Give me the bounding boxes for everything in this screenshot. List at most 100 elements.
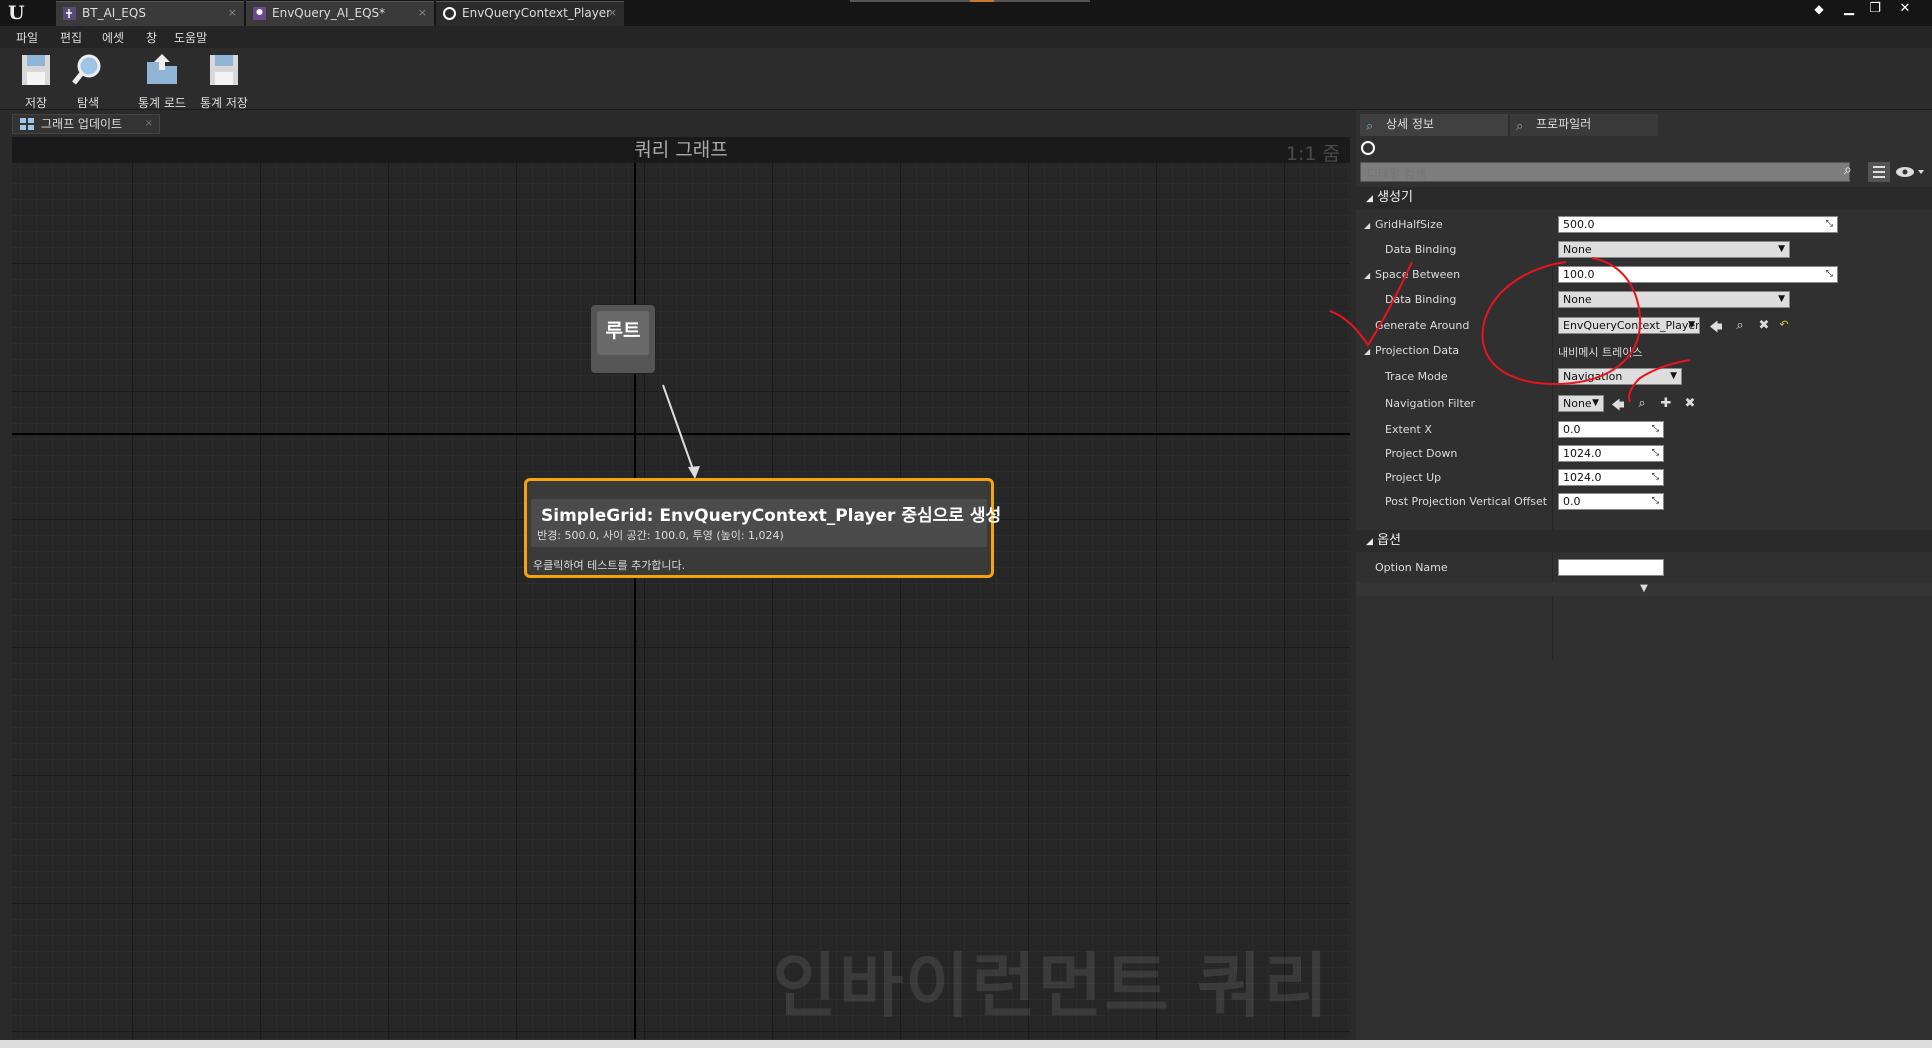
prop-label: Extent X [1385, 423, 1432, 436]
tab-profiler[interactable]: ⌕ 프로파일러 [1510, 114, 1658, 136]
browse-icon[interactable]: ⌕ [1634, 396, 1650, 412]
prop-label: Post Projection Vertical Offset [1385, 495, 1548, 508]
spin-icon: ⤡ [1825, 219, 1833, 229]
save-stats-button[interactable]: 통계 저장 [194, 52, 254, 110]
generator-node-hint: 우클릭하여 테스트를 추가합니다. [533, 559, 686, 572]
search-icon[interactable]: ⌕ [1844, 162, 1864, 182]
tab-profiler-label: 프로파일러 [1536, 117, 1592, 131]
prop-row-extent-x: Extent X 0.0 ⤡ [1356, 419, 1932, 443]
post-projection-offset-input[interactable]: 0.0 ⤡ [1558, 493, 1664, 510]
menu-file[interactable]: 파일 [16, 29, 38, 46]
circle-icon [443, 7, 456, 20]
project-down-input[interactable]: 1024.0 ⤡ [1558, 445, 1664, 462]
reset-to-default-icon[interactable]: ↶ [1776, 318, 1792, 334]
tab-envquerycontext-player[interactable]: EnvQueryContext_Player × [436, 1, 624, 26]
chevron-down-icon: ▼ [1670, 371, 1677, 381]
expand-arrow-icon[interactable]: ◢ [1364, 268, 1370, 281]
prop-label: Project Down [1385, 447, 1458, 460]
restore-button[interactable]: ❐ [1864, 1, 1886, 19]
title-accent-orange [970, 0, 994, 2]
expand-arrow-icon[interactable]: ◢ [1364, 218, 1370, 231]
details-panel: ⌕ 상세 정보 ⌕ 프로파일러 ⌕ ◢ 생성기 ◢ GridHalfSize 5… [1356, 110, 1932, 1048]
arrow-left-icon[interactable]: 🡄 [1610, 396, 1626, 413]
chevron-down-icon: ▼ [1592, 398, 1599, 408]
project-up-input[interactable]: 1024.0 ⤡ [1558, 469, 1664, 486]
generator-category-header[interactable]: ◢ 생성기 [1356, 187, 1932, 209]
visibility-eye-icon[interactable] [1894, 164, 1924, 180]
prop-row-navigation-filter: Navigation Filter None ▼ 🡄 ⌕ ✚ ✖ [1356, 393, 1932, 417]
projection-data-value: 내비메시 트레이스 [1558, 346, 1643, 359]
search-icon: ⌕ [1516, 119, 1524, 134]
prop-label: Option Name [1375, 561, 1448, 574]
generate-around-dropdown[interactable]: EnvQueryContext_Player ▼ [1558, 317, 1700, 334]
menu-asset[interactable]: 에셋 [102, 29, 124, 46]
expand-arrow-icon: ◢ [1366, 537, 1373, 547]
graph-tab-label: 그래프 업데이트 [41, 117, 123, 131]
prop-label: Navigation Filter [1385, 397, 1476, 410]
generator-node-title: SimpleGrid: EnvQueryContext_Player 중심으로 … [541, 506, 1002, 526]
close-icon[interactable]: × [608, 2, 617, 24]
expand-arrow-icon[interactable]: ◢ [1364, 344, 1370, 357]
spin-icon: ⤡ [1651, 472, 1659, 482]
load-stats-label: 통계 로드 [138, 96, 186, 110]
grid-data-binding-dropdown[interactable]: None ▼ [1558, 241, 1790, 258]
close-window-button[interactable]: ✕ [1894, 1, 1916, 19]
tab-label: EnvQuery_AI_EQS* [272, 6, 386, 20]
browse-button[interactable]: 탐색 [58, 52, 118, 110]
menu-window[interactable]: 창 [146, 29, 157, 46]
view-options-icon[interactable] [1868, 162, 1890, 182]
prop-row-projection-data: ◢ Projection Data 내비메시 트레이스 [1356, 340, 1932, 364]
close-icon[interactable]: × [145, 115, 153, 133]
unreal-logo-icon: U [8, 2, 25, 24]
tab-label: EnvQueryContext_Player [462, 6, 612, 20]
menu-edit[interactable]: 편집 [60, 29, 82, 46]
close-icon[interactable]: × [228, 2, 237, 24]
add-icon[interactable]: ✚ [1658, 396, 1674, 412]
extent-x-input[interactable]: 0.0 ⤡ [1558, 421, 1664, 438]
tab-details-label: 상세 정보 [1386, 117, 1434, 131]
root-node[interactable]: 루트 [591, 305, 655, 373]
menu-help[interactable]: 도움말 [174, 29, 207, 46]
load-stats-button[interactable]: 통계 로드 [132, 52, 192, 110]
save-button[interactable]: 저장 [6, 52, 66, 110]
tab-bt-ai-eqs[interactable]: BT_AI_EQS × [56, 1, 244, 26]
close-icon[interactable]: × [418, 2, 427, 24]
options-category-header[interactable]: ◢ 옵션 [1356, 530, 1932, 552]
tab-label: BT_AI_EQS [82, 6, 146, 20]
advanced-expander[interactable]: ▼ [1356, 582, 1932, 596]
spin-icon: ⤡ [1825, 269, 1833, 279]
post-projection-offset-value: 0.0 [1563, 495, 1581, 508]
trace-mode-dropdown[interactable]: Navigation ▼ [1558, 368, 1682, 385]
space-between-input[interactable]: 100.0 ⤡ [1558, 266, 1838, 283]
simple-grid-generator-node[interactable]: SimpleGrid: EnvQueryContext_Player 중심으로 … [524, 478, 1001, 578]
tab-envquery-ai-eqs[interactable]: EnvQuery_AI_EQS* × [246, 1, 434, 26]
query-graph-canvas[interactable]: 쿼리 그래프 1:1 줌 루트 SimpleGrid: EnvQueryCont… [12, 137, 1350, 1039]
details-search-input[interactable] [1361, 165, 1849, 183]
folder-load-icon [147, 54, 177, 84]
menu-bar: 파일 편집 에셋 창 도움말 [0, 26, 1932, 48]
notification-icon[interactable]: ◆ [1808, 1, 1830, 19]
prop-label: Space Between [1375, 268, 1461, 281]
generator-category-label: 생성기 [1377, 190, 1413, 205]
navigation-filter-dropdown[interactable]: None ▼ [1558, 395, 1604, 412]
grid-half-size-input[interactable]: 500.0 ⤡ [1558, 216, 1838, 233]
clear-icon[interactable]: ✖ [1682, 396, 1698, 412]
browse-icon[interactable]: ⌕ [1732, 318, 1748, 334]
chevron-down-icon: ▼ [1688, 320, 1695, 330]
tab-graph-update[interactable]: 그래프 업데이트 × [12, 114, 160, 134]
prop-label: Generate Around [1375, 319, 1470, 332]
root-node-label: 루트 [597, 311, 649, 355]
tab-details[interactable]: ⌕ 상세 정보 [1360, 114, 1508, 136]
option-name-input[interactable] [1558, 559, 1664, 576]
options-category-label: 옵션 [1377, 533, 1401, 548]
node-wire [662, 384, 700, 479]
prop-label: GridHalfSize [1375, 218, 1443, 231]
clear-icon[interactable]: ✖ [1756, 318, 1772, 334]
arrow-left-icon[interactable]: 🡄 [1708, 318, 1724, 335]
minimize-button[interactable]: ▁ [1838, 1, 1860, 19]
details-search-field[interactable] [1360, 162, 1850, 183]
grid-half-size-value: 500.0 [1563, 218, 1595, 231]
space-data-binding-dropdown[interactable]: None ▼ [1558, 291, 1790, 308]
graph-watermark: 인바이런먼트 쿼리 [772, 945, 1330, 1027]
prop-row-project-down: Project Down 1024.0 ⤡ [1356, 443, 1932, 467]
